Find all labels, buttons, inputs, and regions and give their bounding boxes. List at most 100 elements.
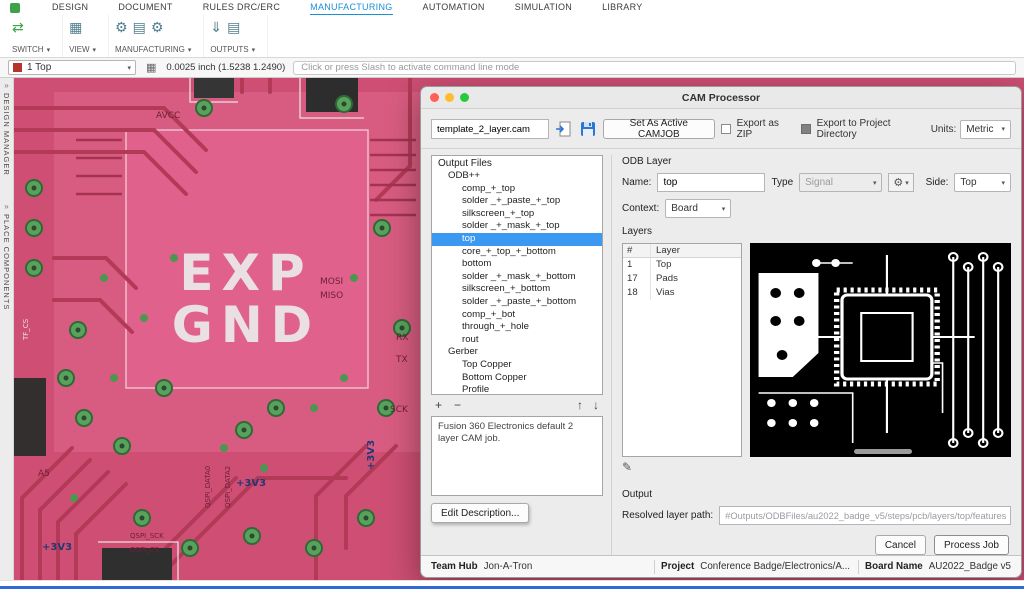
sidebar-tab-design-manager[interactable]: DESIGN MANAGER xyxy=(2,93,11,176)
layer-name: Top xyxy=(651,258,741,272)
tree-item[interactable]: Top Copper xyxy=(432,359,602,372)
app-logo-icon xyxy=(10,3,20,13)
toolbar-group-view[interactable]: ▦ VIEW▾ xyxy=(63,15,109,57)
tree-item[interactable]: Bottom Copper xyxy=(432,372,602,385)
tree-item[interactable]: solder _+_mask_+_top xyxy=(432,220,602,233)
layer-row[interactable]: 1 Top xyxy=(623,258,741,272)
svg-text:QSPI_DATA0: QSPI_DATA0 xyxy=(204,466,212,508)
project-label: Project xyxy=(661,561,694,572)
tree-item[interactable]: silkscreen_+_top xyxy=(432,208,602,221)
dialog-top-row: Set As Active CAMJOB Export as ZIP Expor… xyxy=(421,109,1021,149)
icon-toolbar: ⇄ SWITCH▾ ▦ VIEW▾ ⚙ ▤ ⚙ MANUFACTURING▾ ⇓… xyxy=(0,15,1024,58)
svg-text:+3V3: +3V3 xyxy=(42,542,72,553)
cancel-button[interactable]: Cancel xyxy=(875,535,926,555)
layer-row[interactable]: 18 Vias xyxy=(623,286,741,300)
tree-item[interactable]: top xyxy=(432,233,602,246)
toolbar-group-switch[interactable]: ⇄ SWITCH▾ xyxy=(6,15,63,57)
toolbar-group-outputs[interactable]: ⇓ ▤ OUTPUTS▾ xyxy=(204,15,268,57)
layer-selector-dropdown[interactable]: 1 Top ▾ xyxy=(8,60,136,75)
edit-description-button[interactable]: Edit Description... xyxy=(431,503,529,523)
layers-table: # Layer 1 Top xyxy=(622,243,742,457)
tree-item[interactable]: comp_+_bot xyxy=(432,309,602,322)
remove-output-button[interactable]: − xyxy=(454,399,461,411)
tree-item[interactable]: Gerber xyxy=(432,346,602,359)
sidebar-tab-place-components[interactable]: PLACE COMPONENTS xyxy=(2,214,11,310)
open-file-icon[interactable] xyxy=(555,119,573,139)
menu-item[interactable]: SIMULATION xyxy=(515,1,572,14)
pcb-big-label-line2: GND xyxy=(172,296,320,354)
preview-scrollbar[interactable] xyxy=(854,449,912,454)
chevron-down-icon: ▾ xyxy=(47,46,51,54)
command-line-input[interactable] xyxy=(293,61,1016,75)
toolbar-group-label: VIEW xyxy=(69,45,89,54)
svg-text:QSPI_CS: QSPI_CS xyxy=(130,546,160,554)
tree-item[interactable]: ODB++ xyxy=(432,170,602,183)
close-window-icon[interactable] xyxy=(430,93,439,102)
manufacturing-gear-icon: ⚙ xyxy=(115,19,128,35)
gear-icon: ⚙ xyxy=(893,176,903,189)
svg-text:TX: TX xyxy=(395,355,408,365)
layer-name: Pads xyxy=(651,272,741,286)
expand-chevrons-icon[interactable]: » xyxy=(4,202,8,212)
board-name-label: Board Name xyxy=(865,561,923,572)
layer-preview xyxy=(750,243,1011,457)
pcb-canvas[interactable]: EXP GND MOSI MISO RX TX SCK A5 AVCC QSPI… xyxy=(14,78,1024,580)
move-down-icon[interactable]: ↓ xyxy=(593,399,599,411)
project-value: Conference Badge/Electronics/A... xyxy=(700,561,850,572)
layer-name-input[interactable] xyxy=(657,173,765,192)
menu-item[interactable]: RULES DRC/ERC xyxy=(203,1,280,14)
menu-item[interactable]: DOCUMENT xyxy=(118,1,172,14)
tree-item[interactable]: solder _+_paste_+_top xyxy=(432,195,602,208)
left-panel-rail: » DESIGN MANAGER » PLACE COMPONENTS xyxy=(0,78,14,580)
layer-settings-column: ODB Layer Name: Type Signal ▾ ⚙ ▾ xyxy=(611,155,1011,555)
layer-name: Vias xyxy=(651,286,741,300)
edit-layers-pencil-icon[interactable]: ✎ xyxy=(622,460,632,474)
menu-item[interactable]: AUTOMATION xyxy=(423,1,485,14)
expand-chevrons-icon[interactable]: » xyxy=(4,81,8,91)
menu-item[interactable]: MANUFACTURING xyxy=(310,1,392,14)
tree-item[interactable]: solder _+_paste_+_bottom xyxy=(432,296,602,309)
main-area: » DESIGN MANAGER » PLACE COMPONENTS xyxy=(0,78,1024,580)
tree-item[interactable]: through_+_hole xyxy=(432,321,602,334)
move-up-icon[interactable]: ↑ xyxy=(577,399,583,411)
add-output-button[interactable]: + xyxy=(435,399,442,411)
process-job-button[interactable]: Process Job xyxy=(934,535,1009,555)
tree-item[interactable]: comp_+_top xyxy=(432,183,602,196)
export-zip-label: Export as ZIP xyxy=(737,118,791,140)
layer-type-settings-button[interactable]: ⚙ ▾ xyxy=(888,173,913,192)
name-label: Name: xyxy=(622,177,651,188)
dialog-titlebar[interactable]: CAM Processor xyxy=(421,87,1021,109)
menu-item[interactable]: DESIGN xyxy=(52,1,88,14)
camjob-description: Fusion 360 Electronics default 2 layer C… xyxy=(431,416,603,496)
side-select[interactable]: Top ▾ xyxy=(954,173,1011,192)
export-zip-checkbox[interactable] xyxy=(721,124,731,134)
zoom-window-icon[interactable] xyxy=(460,93,469,102)
switch-icon: ⇄ xyxy=(12,19,24,35)
units-select[interactable]: Metric ▾ xyxy=(960,120,1011,139)
output-files-title: Output Files xyxy=(432,156,602,170)
resolved-layer-path-value: #Outputs/ODBFiles/au2022_badge_v5/steps/… xyxy=(719,506,1011,525)
tree-item[interactable]: Profile xyxy=(432,384,602,395)
menu-item[interactable]: LIBRARY xyxy=(602,1,642,14)
toolbar-group-manufacturing[interactable]: ⚙ ▤ ⚙ MANUFACTURING▾ xyxy=(109,15,204,57)
minimize-window-icon[interactable] xyxy=(445,93,454,102)
chevron-down-icon: ▾ xyxy=(252,46,256,54)
context-select[interactable]: Board ▾ xyxy=(665,199,731,218)
save-icon[interactable] xyxy=(579,119,597,139)
chevron-down-icon: ▾ xyxy=(873,179,877,187)
tree-item[interactable]: solder _+_mask_+_bottom xyxy=(432,271,602,284)
layer-number: 17 xyxy=(623,272,651,286)
window-controls xyxy=(421,93,469,102)
chevron-down-icon: ▾ xyxy=(1001,179,1005,187)
camjob-filename-input[interactable] xyxy=(431,119,549,139)
export-project-directory-checkbox[interactable] xyxy=(801,124,811,134)
layer-row[interactable]: 17 Pads xyxy=(623,272,741,286)
tree-item[interactable]: silkscreen_+_bottom xyxy=(432,283,602,296)
tree-item[interactable]: bottom xyxy=(432,258,602,271)
tree-item[interactable]: core_+_top_+_bottom xyxy=(432,246,602,259)
grid-settings-button[interactable]: ▦ xyxy=(144,61,158,74)
tree-item[interactable]: rout xyxy=(432,334,602,347)
context-value: Board xyxy=(671,203,698,214)
menubar: DESIGN DOCUMENT RULES DRC/ERC MANUFACTUR… xyxy=(0,0,1024,15)
set-active-camjob-button[interactable]: Set As Active CAMJOB xyxy=(603,119,715,139)
